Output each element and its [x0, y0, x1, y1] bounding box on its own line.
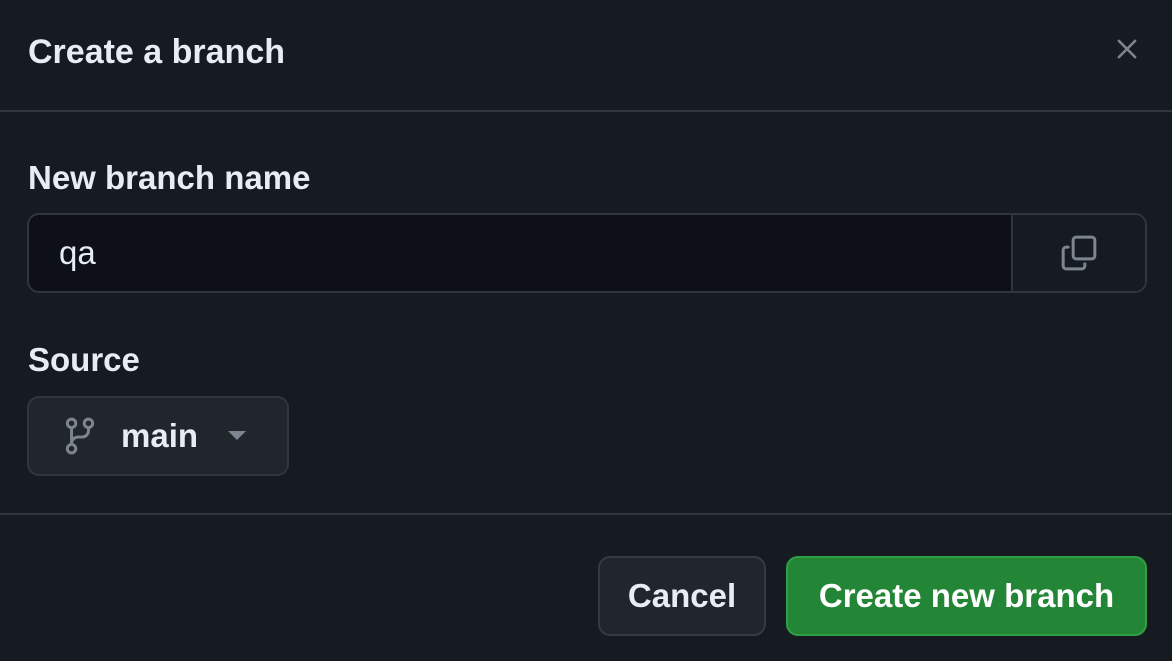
cancel-button[interactable]: Cancel — [598, 556, 766, 636]
source-branch-label: main — [121, 417, 199, 454]
triangle-down-icon — [228, 431, 247, 441]
git-branch-icon — [63, 417, 97, 455]
dialog-title: Create a branch — [28, 33, 285, 71]
create-branch-button[interactable]: Create new branch — [786, 556, 1147, 636]
close-button[interactable] — [1104, 26, 1150, 72]
x-icon — [1117, 39, 1137, 59]
dialog-header: Create a branch — [0, 0, 1172, 112]
branch-name-input-group — [27, 213, 1147, 293]
footer-divider — [0, 513, 1172, 515]
branch-name-label: New branch name — [28, 159, 311, 196]
copy-button[interactable] — [1011, 215, 1145, 291]
create-branch-dialog: Create a branch New branch name Source — [0, 0, 1172, 661]
copy-icon — [1061, 235, 1097, 271]
source-branch-select[interactable]: main — [27, 396, 289, 476]
source-label: Source — [28, 341, 140, 378]
branch-name-input[interactable] — [29, 215, 1011, 291]
